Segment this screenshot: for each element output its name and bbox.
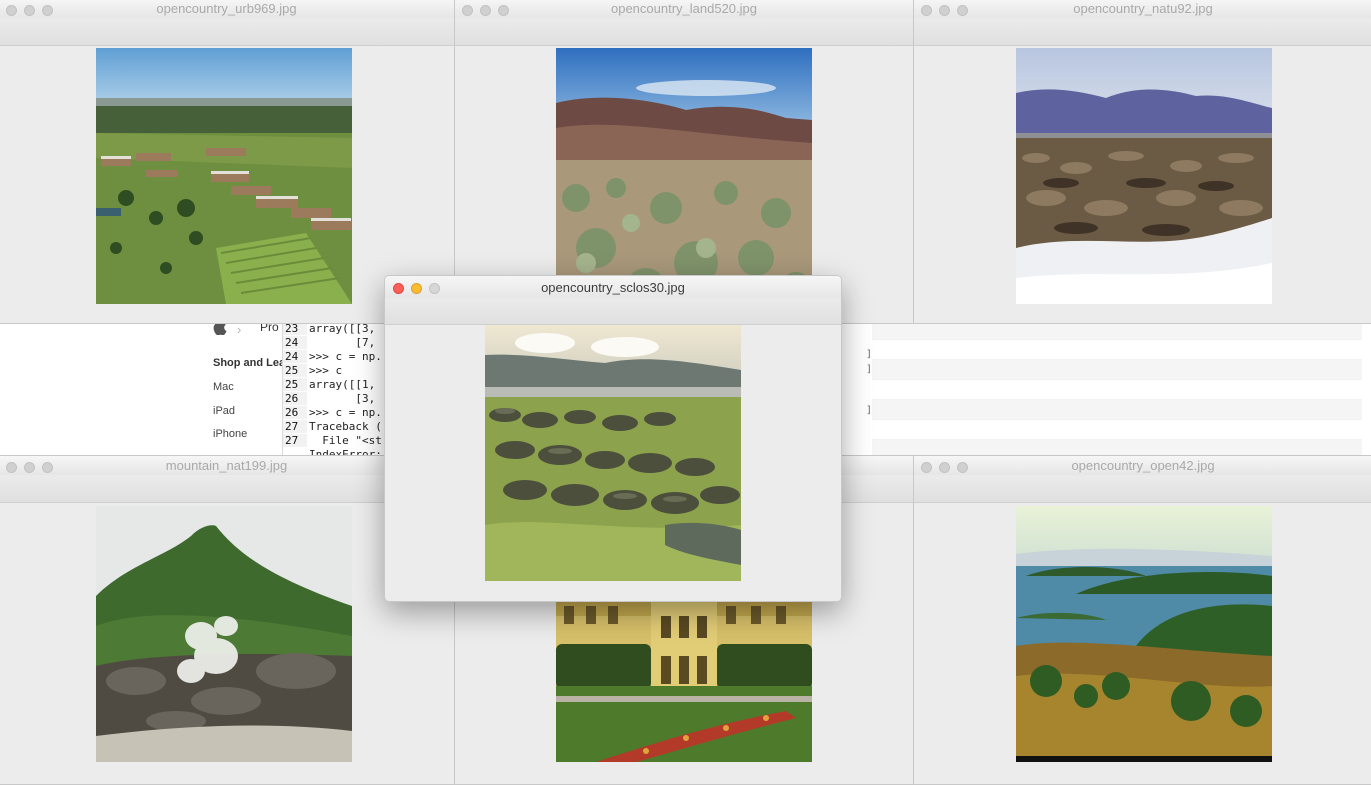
terminal-line: 26 >>> c = np.	[283, 406, 382, 419]
landscape-photo-image	[96, 48, 352, 304]
terminal-line: 23 array([[3,	[283, 322, 382, 335]
terminal-line: 26 [3,	[283, 392, 382, 405]
breadcrumb-chevron-icon: ›	[237, 322, 242, 337]
window-titlebar[interactable]: opencountry_natu92.jpg	[914, 0, 1371, 19]
window-toolbar	[914, 18, 1371, 46]
image-window-natu92[interactable]: opencountry_natu92.jpg	[913, 0, 1371, 324]
terminal-line: 25 >>> c	[283, 364, 343, 377]
bracket-mark: ]	[866, 349, 873, 360]
shop-item-iphone[interactable]: iPhone	[213, 428, 247, 440]
terminal-line: 27 Traceback (	[283, 420, 382, 433]
window-titlebar[interactable]: opencountry_open42.jpg	[914, 456, 1371, 476]
image-window-open42[interactable]: opencountry_open42.jpg	[913, 455, 1371, 785]
terminal-line: 25 array([[1,	[283, 378, 382, 391]
landscape-photo-image	[485, 325, 741, 581]
landscape-photo-image	[96, 506, 352, 762]
window-titlebar[interactable]: opencountry_urb969.jpg	[0, 0, 454, 19]
window-titlebar[interactable]: opencountry_sclos30.jpg	[385, 276, 841, 299]
window-toolbar	[0, 18, 454, 46]
image-window-sclos30-active[interactable]: opencountry_sclos30.jpg	[384, 275, 842, 602]
window-toolbar	[914, 475, 1371, 503]
shop-item-ipad[interactable]: iPad	[213, 405, 235, 417]
shop-item-mac[interactable]: Mac	[213, 381, 234, 393]
window-title: opencountry_sclos30.jpg	[541, 280, 685, 295]
bracket-mark: ]	[866, 364, 873, 375]
landscape-photo-image	[556, 48, 812, 304]
terminal-line: 27 File "<st	[283, 434, 382, 447]
bracket-mark: ]	[866, 405, 873, 416]
window-toolbar	[385, 298, 841, 325]
landscape-photo-image	[1016, 506, 1272, 762]
terminal-line: 24 >>> c = np.	[283, 350, 382, 363]
window-title: opencountry_natu92.jpg	[1073, 1, 1213, 16]
window-title: opencountry_urb969.jpg	[156, 1, 297, 16]
window-toolbar	[455, 18, 913, 46]
window-titlebar[interactable]: opencountry_land520.jpg	[455, 0, 913, 19]
landscape-photo-image	[1016, 48, 1272, 304]
window-title: opencountry_land520.jpg	[610, 1, 757, 16]
window-title: opencountry_open42.jpg	[1071, 458, 1215, 473]
terminal-line: 24 [7,	[283, 336, 382, 349]
shop-section-title: Shop and Lea	[213, 357, 286, 369]
browser-striped-rows	[872, 320, 1362, 460]
